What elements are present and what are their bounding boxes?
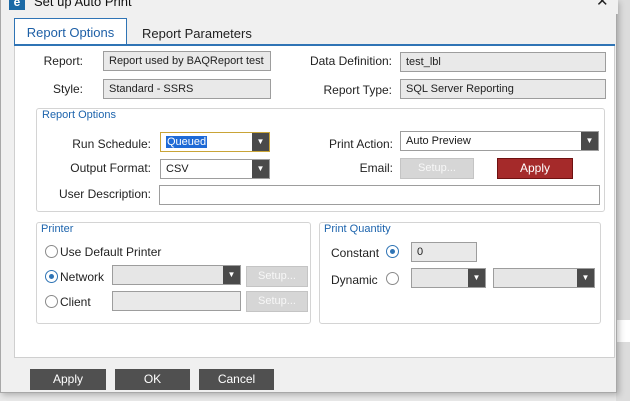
apply-routing-button[interactable]: Apply Routing: [497, 158, 573, 194]
output-format-value: CSV: [166, 163, 189, 175]
print-action-value: Auto Preview: [406, 135, 471, 147]
data-definition-label: Data Definition:: [309, 54, 392, 68]
dynamic-radio[interactable]: [386, 272, 399, 285]
report-label: Report:: [43, 54, 83, 68]
dynamic-label: Dynamic: [331, 273, 378, 287]
close-icon[interactable]: ✕: [596, 0, 609, 10]
window-title: Set up Auto Print: [34, 0, 132, 9]
style-field: Standard - SSRS: [103, 79, 271, 99]
output-format-select[interactable]: CSV ▼: [160, 159, 270, 179]
print-action-select[interactable]: Auto Preview ▼: [400, 131, 599, 151]
dynamic-field-select[interactable]: ▼: [411, 268, 486, 288]
output-format-label: Output Format:: [70, 161, 151, 175]
chevron-down-icon: ▼: [577, 269, 594, 287]
tab-report-options[interactable]: Report Options: [14, 18, 127, 45]
report-type-field: SQL Server Reporting: [400, 79, 606, 99]
user-description-input[interactable]: [159, 185, 600, 205]
client-printer-label: Client: [60, 295, 91, 309]
title-bar: e Set up Auto Print ✕: [1, 0, 618, 14]
run-schedule-value: Queued: [166, 136, 208, 148]
chevron-down-icon: ▼: [468, 269, 485, 287]
print-action-label: Print Action:: [328, 137, 393, 151]
client-setup-button[interactable]: Setup...: [246, 291, 308, 312]
email-label: Email:: [359, 161, 393, 175]
apply-button[interactable]: Apply: [30, 369, 106, 390]
email-setup-button[interactable]: Setup...: [400, 158, 474, 179]
run-schedule-select[interactable]: Queued ▼: [160, 132, 270, 152]
constant-quantity-field[interactable]: 0: [411, 242, 477, 262]
run-schedule-label: Run Schedule:: [72, 137, 151, 151]
auto-print-dialog: e Set up Auto Print ✕ Report Options Rep…: [0, 0, 618, 393]
report-options-group-title: Report Options: [42, 109, 116, 121]
use-default-printer-radio[interactable]: [45, 245, 58, 258]
dynamic-table-select[interactable]: ▼: [493, 268, 595, 288]
cancel-button[interactable]: Cancel: [199, 369, 274, 390]
chevron-down-icon: ▼: [223, 266, 240, 284]
ok-button[interactable]: OK: [115, 369, 190, 390]
chevron-down-icon: ▼: [252, 160, 269, 178]
data-definition-field: test_lbl: [400, 52, 606, 72]
network-printer-label: Network: [60, 270, 105, 284]
network-setup-button[interactable]: Setup...: [246, 266, 308, 287]
client-printer-radio[interactable]: [45, 295, 58, 308]
print-quantity-group-title: Print Quantity: [324, 223, 391, 235]
use-default-printer-label: Use Default Printer: [60, 245, 162, 259]
tab-report-parameters[interactable]: Report Parameters: [132, 20, 262, 47]
chevron-down-icon: ▼: [581, 132, 598, 150]
network-printer-radio[interactable]: [45, 270, 58, 283]
style-label: Style:: [52, 82, 83, 96]
client-printer-field[interactable]: [112, 291, 241, 311]
report-field: Report used by BAQReport test: [103, 51, 271, 71]
constant-radio[interactable]: [386, 245, 399, 258]
app-logo-icon: e: [9, 0, 25, 10]
constant-label: Constant: [331, 246, 380, 260]
report-type-label: Report Type:: [323, 83, 392, 97]
user-description-label: User Description:: [58, 187, 151, 201]
chevron-down-icon: ▼: [252, 133, 269, 151]
network-printer-select[interactable]: ▼: [112, 265, 241, 285]
printer-group-title: Printer: [41, 223, 74, 235]
